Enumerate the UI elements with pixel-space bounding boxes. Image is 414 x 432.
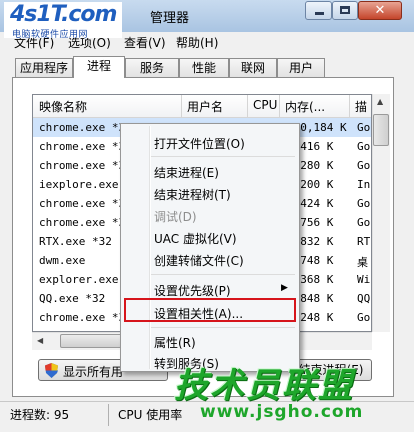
tab-performance[interactable]: 性能 [179,58,229,77]
column-header-user-name[interactable]: 用户名 [187,98,223,115]
scroll-up-icon[interactable]: ▲ [377,97,383,106]
table-cell: iexplore.exe * [39,178,132,191]
menu-view[interactable]: 查看(V) [124,34,166,51]
tab-processes[interactable]: 进程 [73,56,125,78]
menu-item-properties[interactable]: 属性(R) [154,334,196,351]
horizontal-scroll-thumb[interactable] [60,334,122,348]
uac-shield-icon [45,363,58,378]
table-cell: Go [357,121,371,134]
tab-networking[interactable]: 联网 [229,58,277,77]
highlight-box [124,298,296,322]
table-cell: chrome.exe *32 [39,121,132,134]
table-cell: QQ [357,292,371,305]
submenu-arrow-icon: ▶ [281,283,288,293]
tab-users[interactable]: 用户 [277,58,325,77]
table-cell: RTX.exe *32 [39,235,112,248]
menu-item-set-priority[interactable]: 设置优先级(P) [154,282,231,299]
column-header-image-name[interactable]: 映像名称 [39,98,87,115]
logo-subtitle: 电脑软硬件应用网 [12,30,89,40]
scroll-left-icon[interactable]: ◀ [37,336,43,345]
column-header-description[interactable]: 描 [355,98,367,115]
close-button[interactable]: ✕ [358,1,402,20]
watermark-title: 技术员联盟 [174,366,354,406]
menu-item-open-file-location[interactable]: 打开文件位置(O) [154,135,245,152]
table-cell: QQ.exe *32 [39,292,106,305]
show-all-label: 显示所有用 [63,365,124,379]
menu-separator [151,156,295,157]
menu-separator [151,274,295,275]
table-cell: chrome.exe *32 [39,159,132,172]
column-header-cpu[interactable]: CPU [253,98,277,112]
maximize-button[interactable] [332,1,358,20]
close-icon: ✕ [374,3,386,18]
maximize-icon [340,6,350,14]
table-cell: Wi [357,273,371,286]
list-header: 映像名称 用户名 CPU 内存(... 描 [33,95,371,118]
table-cell: dwm.exe [39,254,86,267]
vertical-scroll-thumb[interactable] [373,114,389,146]
table-cell: chrome.exe *32 [39,311,132,324]
cpu-usage: CPU 使用率 [118,408,183,422]
minimize-icon [315,12,324,15]
menu-item-end-process[interactable]: 结束进程(E) [154,164,219,181]
table-cell: explorer.exe [39,273,119,286]
tab-services[interactable]: 服务 [125,58,179,77]
table-cell: RT [357,235,371,248]
table-cell: Go [357,159,371,172]
menu-separator [151,327,295,328]
menu-item-end-process-tree[interactable]: 结束进程树(T) [154,186,231,203]
minimize-button[interactable] [305,1,332,20]
menu-item-debug: 调试(D) [154,210,197,224]
watermark-url: www.jsgho.com [200,402,364,422]
window-title: 管理器 [150,11,190,26]
tab-applications[interactable]: 应用程序 [15,58,73,77]
context-menu: 打开文件位置(O) 结束进程(E) 结束进程树(T) 调试(D) UAC 虚拟化… [120,123,300,372]
site-logo: 4s1T.com 电脑软硬件应用网 [4,2,122,40]
table-cell: chrome.exe *32 [39,197,132,210]
menu-help[interactable]: 帮助(H) [176,34,218,51]
column-header-memory[interactable]: 内存(... [285,98,325,115]
logo-brand: 4s1T.com [10,2,117,27]
table-cell: Go [357,311,371,324]
table-cell: 桌 [357,256,368,269]
table-cell: Go [357,197,371,210]
process-count: 进程数: 95 [10,408,70,422]
menu-item-create-dump-file[interactable]: 创建转储文件(C) [154,252,244,269]
table-cell: chrome.exe *32 [39,216,132,229]
table-cell: In [357,178,371,191]
table-cell: Go [357,216,371,229]
table-cell: Go [357,140,371,153]
table-cell: chrome.exe *32 [39,140,132,153]
menu-item-uac-virtualization[interactable]: UAC 虚拟化(V) [154,230,237,247]
